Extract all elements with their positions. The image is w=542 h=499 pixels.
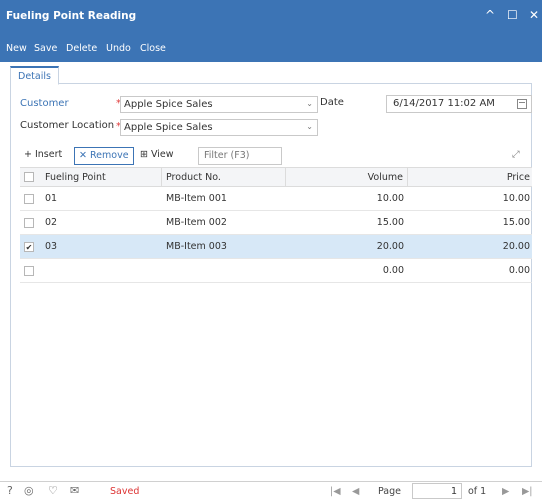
- row-checkbox[interactable]: [24, 217, 34, 228]
- grid-view-icon: ⊞: [140, 149, 151, 160]
- view-button[interactable]: ⊞ View: [136, 147, 178, 165]
- customer-combo[interactable]: Apple Spice Sales ⌄: [120, 96, 318, 113]
- price-cell: 15.00: [502, 217, 530, 228]
- grid: Fueling Point Product No. Volume Price 0…: [20, 167, 532, 283]
- product-cell: MB-Item 002: [162, 211, 286, 234]
- remove-label: Remove: [89, 150, 129, 161]
- product-value: MB-Item 001: [166, 193, 227, 204]
- undo-button[interactable]: Undo: [106, 43, 131, 54]
- page-label: Page: [378, 486, 401, 497]
- column-label: Fueling Point: [45, 171, 106, 183]
- customer-location-label: Customer Location: [20, 120, 115, 131]
- customer-label: Customer: [20, 98, 69, 109]
- column-header-price[interactable]: Price: [408, 168, 532, 186]
- maximize-icon[interactable]: ☐: [507, 8, 518, 22]
- status-text: Saved: [110, 486, 140, 497]
- title-bar: Fueling Point Reading ^ ☐ ✕: [0, 0, 542, 34]
- support-icon[interactable]: ◎: [24, 485, 34, 497]
- date-field[interactable]: 6/14/2017 11:02 AM: [386, 95, 532, 113]
- chevron-down-icon[interactable]: ⌄: [306, 99, 313, 108]
- table-row[interactable]: ✔ 03 MB-Item 003 20.00 20.00: [20, 235, 532, 259]
- select-all-checkbox[interactable]: [24, 172, 34, 182]
- row-checkbox[interactable]: [24, 265, 34, 276]
- tab-strip: Details: [10, 64, 532, 85]
- lightbulb-icon[interactable]: ♡: [48, 485, 58, 497]
- help-icon[interactable]: ?: [7, 485, 13, 497]
- price-cell: 20.00: [502, 241, 530, 252]
- main-toolbar: New Save Delete Undo Close: [0, 34, 542, 62]
- filter-input[interactable]: Filter (F3): [198, 147, 282, 165]
- page-number-input[interactable]: 1: [412, 483, 462, 499]
- fueling-point-value: 02: [45, 217, 58, 228]
- product-value: MB-Item 003: [166, 241, 227, 252]
- close-icon[interactable]: ✕: [529, 8, 539, 22]
- volume-cell: 10.00: [376, 193, 404, 204]
- product-cell: MB-Item 003: [162, 235, 286, 258]
- fueling-point-cell: 02: [20, 211, 162, 234]
- tab-details[interactable]: Details: [10, 66, 59, 85]
- save-button[interactable]: Save: [34, 43, 57, 54]
- volume-cell: 20.00: [376, 241, 404, 252]
- date-label: Date: [320, 97, 344, 108]
- product-cell: [162, 259, 286, 282]
- row-checkbox[interactable]: ✔: [24, 241, 34, 252]
- page-total: of 1: [468, 486, 487, 497]
- new-button[interactable]: New: [6, 43, 27, 54]
- volume-cell: 0.00: [382, 265, 404, 276]
- previous-page-icon[interactable]: ◀: [352, 486, 359, 497]
- column-label: Product No.: [166, 171, 221, 183]
- insert-button[interactable]: + Insert: [20, 147, 66, 165]
- fueling-point-value: 01: [45, 193, 58, 204]
- price-cell: 0.00: [508, 265, 530, 276]
- calendar-icon[interactable]: [517, 99, 527, 109]
- close-button[interactable]: Close: [140, 43, 166, 54]
- status-bar: ? ◎ ♡ ✉ Saved |◀ ◀ Page 1 of 1 ▶ ▶|: [0, 481, 542, 499]
- grid-header: Fueling Point Product No. Volume Price: [20, 167, 532, 187]
- row-checkbox[interactable]: [24, 193, 34, 204]
- expand-icon[interactable]: ⤢: [508, 147, 524, 165]
- volume-cell: 15.00: [376, 217, 404, 228]
- table-row[interactable]: 02 MB-Item 002 15.00 15.00: [20, 211, 532, 235]
- price-cell: 10.00: [502, 193, 530, 204]
- column-header-fueling-point[interactable]: Fueling Point: [20, 168, 162, 186]
- window-title: Fueling Point Reading: [6, 10, 137, 22]
- last-page-icon[interactable]: ▶|: [522, 486, 533, 497]
- product-cell: MB-Item 001: [162, 187, 286, 210]
- fueling-point-value: 03: [45, 241, 58, 252]
- plus-icon: +: [24, 149, 35, 160]
- first-page-icon[interactable]: |◀: [330, 486, 341, 497]
- insert-label: Insert: [34, 149, 63, 160]
- customer-location-value: Apple Spice Sales: [124, 122, 213, 133]
- fueling-point-cell: 01: [20, 187, 162, 210]
- mail-icon[interactable]: ✉: [70, 485, 79, 497]
- table-row[interactable]: 0.00 0.00: [20, 259, 532, 283]
- fueling-point-cell: ✔ 03: [20, 235, 162, 258]
- view-label: View: [150, 149, 174, 160]
- column-header-volume[interactable]: Volume: [286, 168, 408, 186]
- column-label: Price: [506, 171, 530, 183]
- remove-button[interactable]: ✕ Remove: [74, 147, 134, 165]
- fueling-point-cell: [20, 259, 162, 282]
- delete-button[interactable]: Delete: [66, 43, 97, 54]
- column-header-product-no[interactable]: Product No.: [162, 168, 286, 186]
- date-value: 6/14/2017 11:02 AM: [393, 98, 495, 109]
- minimize-icon[interactable]: ^: [485, 8, 495, 22]
- customer-location-combo[interactable]: Apple Spice Sales ⌄: [120, 119, 318, 136]
- table-row[interactable]: 01 MB-Item 001 10.00 10.00: [20, 187, 532, 211]
- grid-toolbar: + Insert ✕ Remove ⊞ View Filter (F3) ⤢: [20, 147, 530, 167]
- next-page-icon[interactable]: ▶: [502, 486, 509, 497]
- x-icon: ✕: [79, 150, 90, 161]
- column-label: Volume: [367, 171, 403, 183]
- product-value: MB-Item 002: [166, 217, 227, 228]
- chevron-down-icon[interactable]: ⌄: [306, 122, 313, 131]
- customer-value: Apple Spice Sales: [124, 99, 213, 110]
